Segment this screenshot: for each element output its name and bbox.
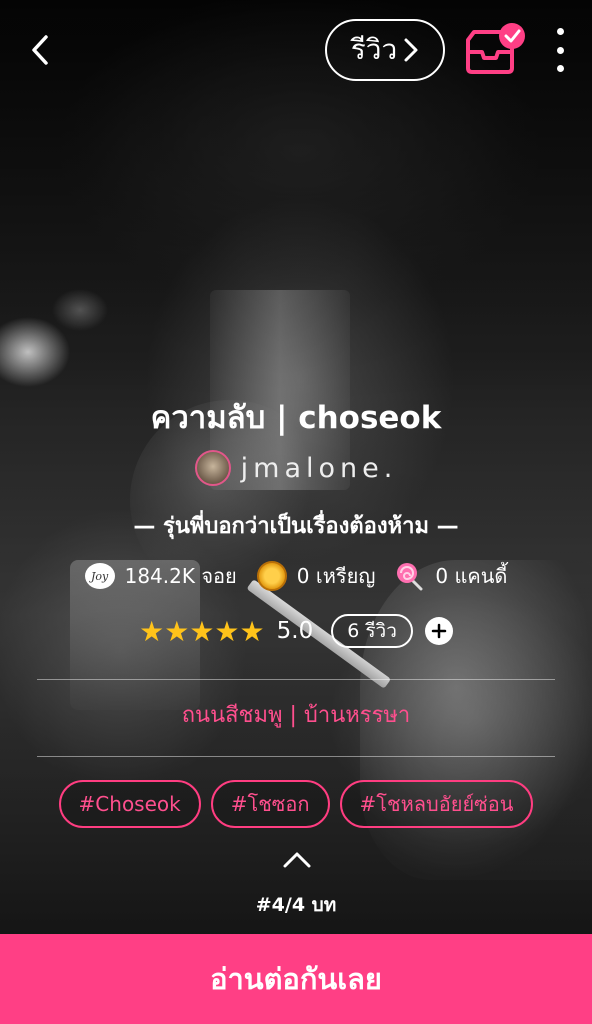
more-dot — [556, 28, 564, 35]
tag-list: #Choseok #โชซอก #โชหลบอัยย์ซ่อน — [0, 780, 592, 828]
rating-row: ★★★★★ 5.0 6 รีวิว — [0, 614, 592, 648]
chevron-right-icon — [404, 38, 418, 62]
review-count-button[interactable]: 6 รีวิว — [331, 614, 413, 648]
review-button-label: รีวิว — [350, 33, 398, 66]
candy-count: 0 แคนดี้ — [435, 564, 508, 588]
coin-icon — [256, 561, 287, 591]
candy-stat: 0 แคนดี้ — [395, 560, 507, 592]
chevron-left-icon — [32, 35, 48, 65]
more-dot — [556, 46, 564, 54]
review-count-label: 6 รีวิว — [347, 620, 397, 642]
avatar[interactable] — [194, 450, 231, 486]
plus-icon — [431, 623, 447, 639]
inbox-check-icon — [466, 23, 525, 74]
stats-row: Joy 184.2K จอย 0 เหรียญ 0 แคนดี้ — [0, 560, 592, 592]
add-review-button[interactable] — [424, 617, 453, 645]
joy-icon-text: Joy — [90, 569, 109, 583]
story-synopsis: — รุ่นพี่บอกว่าเป็นเรื่องต้องห้าม — — [133, 514, 459, 539]
candy-icon — [397, 563, 423, 591]
divider — [37, 756, 555, 757]
joy-stat: Joy 184.2K จอย — [84, 560, 237, 592]
joy-count: 184.2K จอย — [124, 564, 237, 588]
author-name[interactable]: jmalone. — [241, 453, 398, 484]
tag-thai-choseok[interactable]: #โชซอก — [210, 780, 330, 828]
rating-stars: ★★★★★ — [139, 614, 265, 648]
more-menu-button[interactable] — [546, 28, 574, 72]
read-continue-label: อ่านต่อกันเลย — [210, 962, 382, 996]
back-button[interactable] — [24, 30, 56, 70]
author-row[interactable]: jmalone. — [0, 450, 592, 486]
chevron-up-icon[interactable] — [282, 850, 312, 870]
divider — [37, 679, 555, 680]
coin-count: 0 เหรียญ — [296, 564, 376, 588]
coin-stat: 0 เหรียญ — [256, 560, 376, 592]
inbox-button[interactable] — [462, 22, 528, 76]
review-button[interactable]: รีวิว — [325, 19, 445, 81]
more-dot — [556, 65, 564, 72]
tag-thai-hide[interactable]: #โชหลบอัยย์ซ่อน — [339, 780, 534, 828]
chapter-count: #4/4 บท — [255, 894, 337, 916]
category-link[interactable]: ถนนสีชมพู | บ้านหรรษา — [0, 697, 592, 732]
rating-value: 5.0 — [276, 618, 314, 644]
tag-choseok[interactable]: #Choseok — [58, 780, 201, 828]
joy-icon: Joy — [84, 563, 115, 589]
read-continue-button[interactable]: อ่านต่อกันเลย — [0, 934, 592, 1024]
story-title: ความลับ | choseok — [150, 400, 442, 436]
